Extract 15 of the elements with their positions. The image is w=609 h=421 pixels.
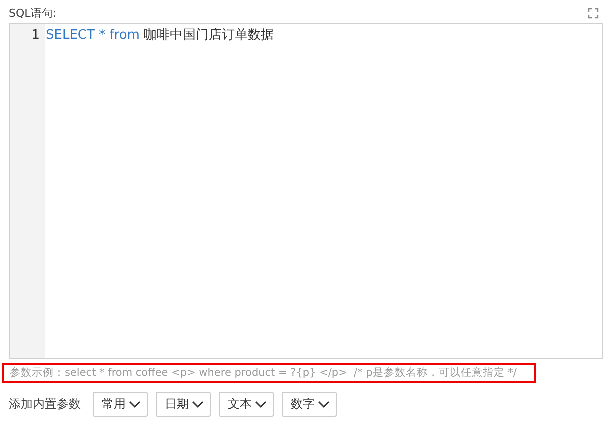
param-dropdown[interactable]: 文本 bbox=[219, 392, 274, 417]
fullscreen-icon[interactable] bbox=[588, 8, 599, 18]
sql-editor[interactable]: 1 SELECT * from 咖啡中国门店订单数据 bbox=[9, 23, 603, 359]
chevron-icon bbox=[129, 400, 141, 408]
code-line: SELECT * from 咖啡中国门店订单数据 bbox=[46, 27, 274, 45]
param-dropdown[interactable]: 数字 bbox=[282, 392, 337, 417]
sql-label: SQL语句: bbox=[9, 6, 56, 20]
param-dropdown[interactable]: 常用 bbox=[93, 392, 148, 417]
line-number: 1 bbox=[32, 27, 41, 45]
chevron-icon bbox=[255, 400, 267, 408]
param-label: 添加内置参数 bbox=[9, 396, 81, 413]
chevron-icon bbox=[318, 400, 330, 408]
chevron-icon bbox=[192, 400, 204, 408]
param-dropdown[interactable]: 日期 bbox=[156, 392, 211, 417]
parameter-hint: 参数示例：select * from coffee <p> where product = ?{p} </p> /* p是参数名称，可以任意指定 */ bbox=[10, 366, 517, 380]
